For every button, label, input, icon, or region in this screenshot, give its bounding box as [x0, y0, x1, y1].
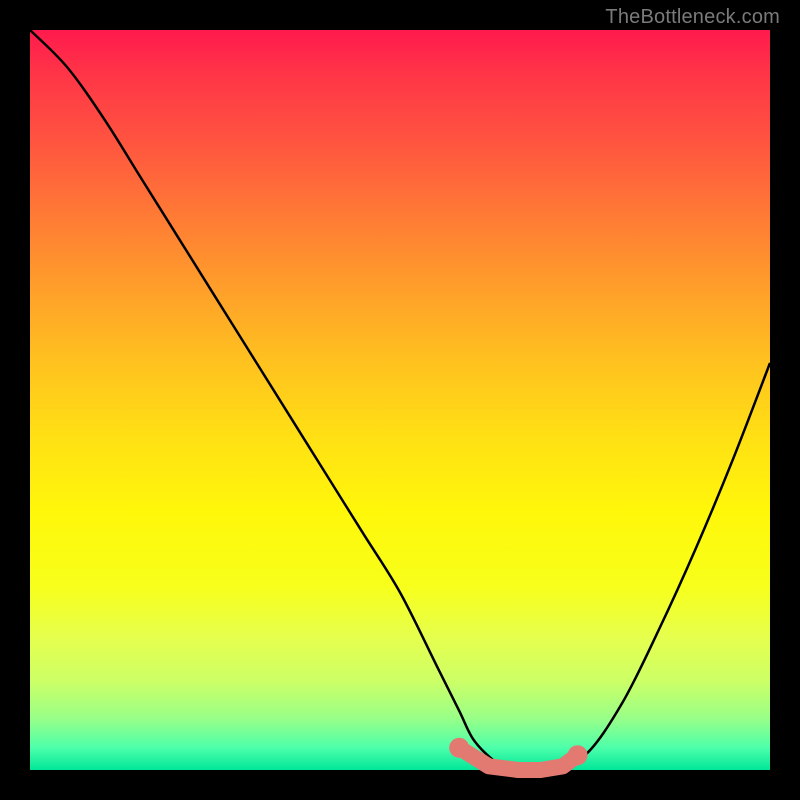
watermark-text: TheBottleneck.com: [605, 6, 780, 29]
chart-svg: [30, 30, 770, 770]
bottleneck-curve-line: [30, 30, 770, 771]
chart-container: TheBottleneck.com: [0, 0, 800, 800]
marker-dot: [449, 738, 469, 758]
marker-stroke: [459, 748, 577, 770]
plot-area: [30, 30, 770, 770]
marker-group: [449, 738, 587, 770]
marker-dot: [568, 745, 588, 765]
